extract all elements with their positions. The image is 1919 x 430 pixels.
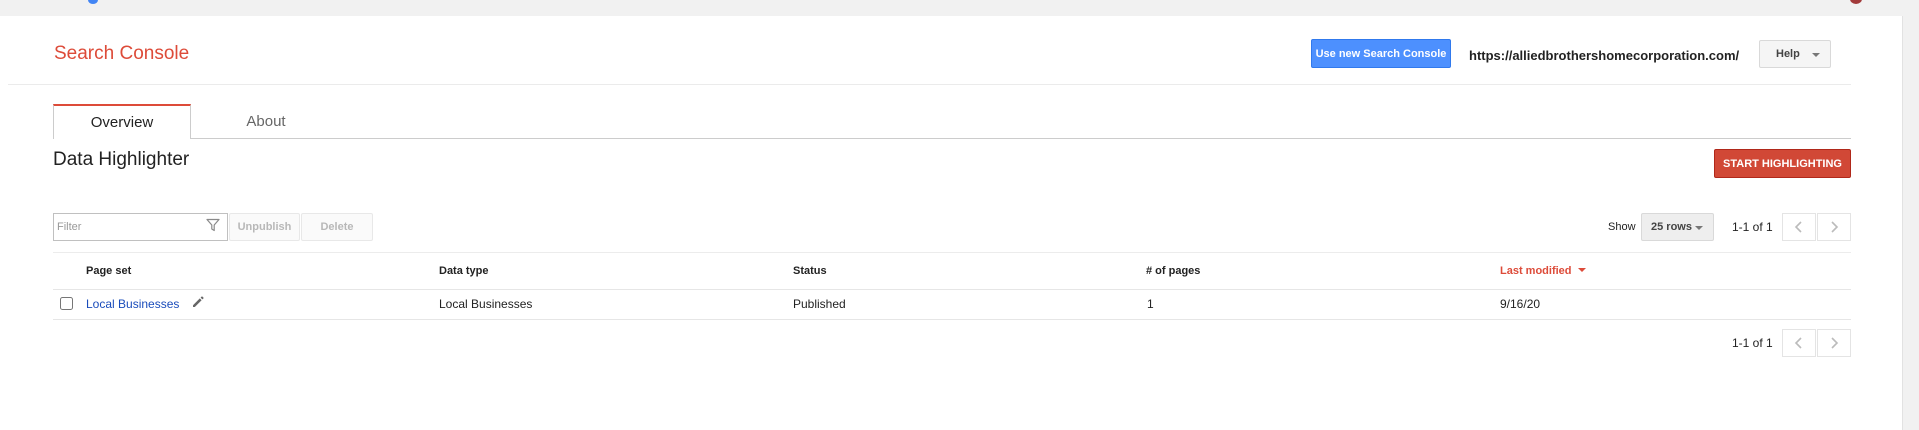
chevron-left-icon <box>1794 221 1802 233</box>
table-header-divider <box>53 289 1851 290</box>
column-header-data-type[interactable]: Data type <box>439 265 489 277</box>
column-header-last-modified[interactable]: Last modified <box>1500 265 1586 277</box>
status-cell: Published <box>793 297 846 311</box>
profile-avatar[interactable] <box>1850 0 1862 4</box>
pages-count-cell: 1 <box>1147 297 1154 311</box>
pagination-range-bottom: 1-1 of 1 <box>1732 336 1773 350</box>
pencil-icon[interactable] <box>191 295 205 309</box>
pagination-range-top: 1-1 of 1 <box>1732 220 1773 234</box>
data-type-cell: Local Businesses <box>439 297 533 311</box>
unpublish-button[interactable]: Unpublish <box>229 213 300 241</box>
chevron-down-icon <box>1812 53 1820 57</box>
rows-per-page-value: 25 rows <box>1651 221 1692 233</box>
header-divider <box>8 84 1851 85</box>
row-select-checkbox[interactable] <box>60 297 73 310</box>
next-page-button-top[interactable] <box>1817 213 1851 241</box>
help-button[interactable]: Help <box>1759 40 1831 68</box>
help-button-label: Help <box>1776 48 1800 60</box>
tab-overview[interactable]: Overview <box>53 104 191 139</box>
use-new-search-console-button[interactable]: Use new Search Console <box>1311 39 1451 68</box>
column-header-status[interactable]: Status <box>793 265 827 277</box>
chevron-left-icon <box>1794 337 1802 349</box>
browser-top-strip <box>0 0 1919 16</box>
browser-tab-indicator <box>88 0 98 4</box>
vertical-scrollbar[interactable] <box>1902 16 1919 430</box>
column-header-last-modified-label: Last modified <box>1500 265 1572 277</box>
tab-about[interactable]: About <box>204 104 328 138</box>
page-title: Data Highlighter <box>53 149 190 170</box>
app-title[interactable]: Search Console <box>54 43 189 65</box>
page-set-link[interactable]: Local Businesses <box>86 297 179 311</box>
chevron-right-icon <box>1831 221 1839 233</box>
table-top-divider <box>53 252 1851 253</box>
filter-input[interactable] <box>57 218 197 236</box>
column-header-page-set[interactable]: Page set <box>86 265 131 277</box>
prev-page-button-top[interactable] <box>1782 213 1816 241</box>
sort-descending-icon <box>1577 268 1586 272</box>
next-page-button-bottom[interactable] <box>1817 329 1851 357</box>
table-row-divider <box>53 319 1851 320</box>
column-header-pages[interactable]: # of pages <box>1146 265 1200 277</box>
chevron-right-icon <box>1831 337 1839 349</box>
chevron-down-icon <box>1695 226 1703 230</box>
rows-per-page-select[interactable]: 25 rows <box>1641 213 1714 241</box>
site-url-selector[interactable]: https://alliedbrothershomecorporation.co… <box>1469 48 1739 63</box>
funnel-icon[interactable] <box>206 218 220 232</box>
tab-bar-divider <box>53 138 1851 139</box>
start-highlighting-button[interactable]: START HIGHLIGHTING <box>1714 149 1851 178</box>
last-modified-cell: 9/16/20 <box>1500 297 1541 311</box>
delete-button[interactable]: Delete <box>301 213 373 241</box>
filter-field[interactable] <box>53 213 228 241</box>
show-label: Show <box>1608 221 1636 233</box>
prev-page-button-bottom[interactable] <box>1782 329 1816 357</box>
